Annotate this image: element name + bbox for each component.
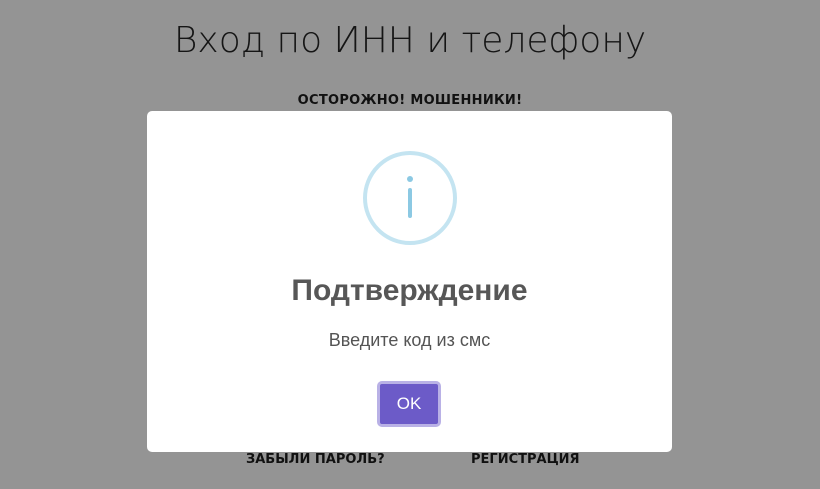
ok-button[interactable]: OK — [377, 381, 441, 427]
forgot-password-link[interactable]: ЗАБЫЛИ ПАРОЛЬ? — [246, 451, 385, 469]
info-icon-bar — [408, 188, 412, 218]
dialog-message: Введите код из смс — [328, 330, 491, 350]
dialog-title: Подтверждение — [291, 274, 528, 307]
fraud-warning: ОСТОРОЖНО! МОШЕННИКИ! — [297, 93, 523, 108]
info-icon — [363, 151, 457, 245]
confirmation-dialog: Подтверждение Введите код из смс OK — [147, 111, 672, 452]
page-title: Вход по ИНН и телефону — [173, 20, 647, 61]
register-link[interactable]: РЕГИСТРАЦИЯ — [471, 451, 580, 469]
info-icon-dot — [407, 176, 413, 182]
